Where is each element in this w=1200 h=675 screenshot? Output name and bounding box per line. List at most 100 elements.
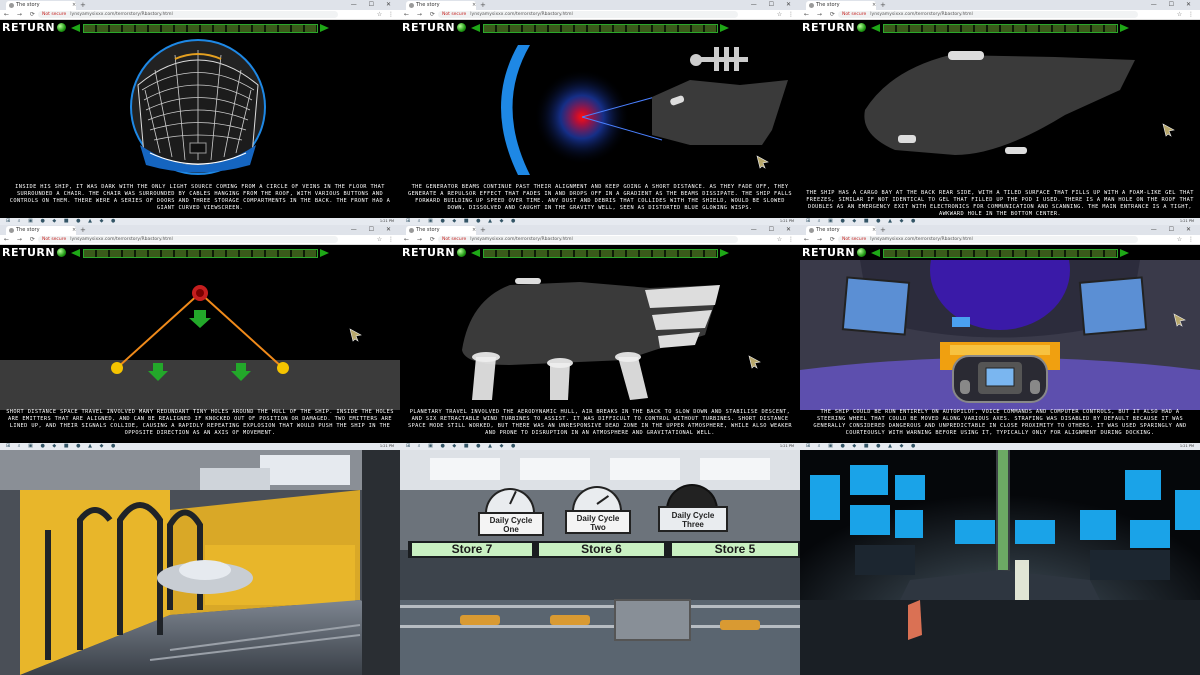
green-orb-icon[interactable] — [57, 23, 66, 32]
green-orb-icon[interactable] — [57, 248, 66, 257]
back-arrow-icon[interactable] — [71, 249, 80, 257]
return-button[interactable]: RETURN — [2, 246, 55, 259]
cockpit-illustration — [800, 260, 1200, 410]
browser-tab[interactable]: The story × — [406, 1, 476, 10]
browser-tab-bar: The story × + — ☐ ✕ — [400, 225, 800, 235]
taskbar-clock: 1:21 PM — [779, 444, 794, 448]
browser-menu-icons[interactable]: ☆ ⋮ — [777, 10, 796, 19]
return-button[interactable]: RETURN — [802, 246, 855, 259]
progress-track[interactable] — [483, 249, 718, 258]
emitter-diagram — [0, 285, 400, 410]
new-tab-icon[interactable]: + — [80, 225, 86, 235]
forward-arrow-icon[interactable] — [1120, 24, 1129, 32]
browser-menu-icons[interactable]: ☆ ⋮ — [377, 235, 396, 244]
back-arrow-icon[interactable] — [71, 24, 80, 32]
green-orb-icon[interactable] — [857, 23, 866, 32]
forward-arrow-icon[interactable] — [720, 24, 729, 32]
tab-close-icon[interactable]: × — [872, 226, 876, 235]
back-arrow-icon[interactable] — [871, 249, 880, 257]
not-secure-label: Not secure — [442, 237, 467, 242]
tab-title: The story — [416, 227, 440, 233]
forward-arrow-icon[interactable] — [720, 249, 729, 257]
taskbar-icons[interactable]: ⊞ ⌕ ▣ ● ◆ ■ ● ▲ ◆ ● — [6, 218, 118, 225]
browser-tab[interactable]: The story × — [406, 226, 476, 235]
caption: Planetary travel involved the aerodynami… — [407, 409, 793, 436]
tab-close-icon[interactable]: × — [72, 1, 76, 10]
window-controls[interactable]: — ☐ ✕ — [351, 0, 396, 10]
tab-title: The story — [16, 2, 40, 8]
tab-close-icon[interactable]: × — [472, 226, 476, 235]
browser-menu-icons[interactable]: ☆ ⋮ — [777, 235, 796, 244]
progress-track[interactable] — [883, 24, 1118, 33]
back-arrow-icon[interactable] — [471, 249, 480, 257]
progress-track[interactable] — [883, 249, 1118, 258]
nav-buttons[interactable]: ← → ⟳ — [4, 235, 38, 244]
forward-arrow-icon[interactable] — [320, 24, 329, 32]
green-orb-icon[interactable] — [457, 248, 466, 257]
caption: The ship has a cargo bay at the back rea… — [806, 190, 1194, 217]
taskbar-clock: 1:21 PM — [379, 444, 394, 448]
window-controls[interactable]: — ☐ ✕ — [1151, 0, 1196, 10]
taskbar-icons[interactable]: ⊞ ⌕ ▣ ● ◆ ■ ● ▲ ◆ ● — [6, 443, 118, 450]
dome-illustration — [130, 39, 266, 175]
new-tab-icon[interactable]: + — [880, 0, 886, 10]
url-field[interactable]: Not secure lynsyamysixxx.com/terrorstory/… — [438, 236, 738, 243]
nav-buttons[interactable]: ← → ⟳ — [4, 10, 38, 19]
green-orb-icon[interactable] — [857, 248, 866, 257]
panel-dome-interior: The story × + — ☐ ✕ ← → ⟳ Not secure lynsy… — [0, 0, 400, 225]
browser-tab[interactable]: The story × — [6, 1, 76, 10]
window-controls[interactable]: — ☐ ✕ — [751, 225, 796, 235]
return-button[interactable]: RETURN — [402, 21, 455, 34]
green-orb-icon[interactable] — [457, 23, 466, 32]
panel-cockpit: The story × + — ☐ ✕ ← → ⟳ Not secure lynsy… — [800, 225, 1200, 450]
taskbar-icons[interactable]: ⊞ ⌕ ▣ ● ◆ ■ ● ▲ ◆ ● — [806, 443, 918, 450]
tab-title: The story — [816, 227, 840, 233]
forward-arrow-icon[interactable] — [1120, 249, 1129, 257]
tab-close-icon[interactable]: × — [72, 226, 76, 235]
url-field[interactable]: Not secure lynsyamysixxx.com/terrorstory/… — [38, 236, 338, 243]
window-controls[interactable]: — ☐ ✕ — [351, 225, 396, 235]
tab-close-icon[interactable]: × — [872, 1, 876, 10]
url-text: lynsyamysixxx.com/terrorstory/Rbastory.h… — [870, 237, 973, 242]
back-arrow-icon[interactable] — [471, 24, 480, 32]
url-field[interactable]: Not secure lynsyamysixxx.com/terrorstory/… — [38, 11, 338, 18]
forward-arrow-icon[interactable] — [320, 249, 329, 257]
cycle-sign-three: Daily Cycle Three — [658, 484, 728, 534]
new-tab-icon[interactable]: + — [480, 225, 486, 235]
progress-track[interactable] — [83, 249, 318, 258]
browser-menu-icons[interactable]: ☆ ⋮ — [1177, 10, 1196, 19]
game-header: RETURN — [400, 245, 800, 260]
taskbar-icons[interactable]: ⊞ ⌕ ▣ ● ◆ ■ ● ▲ ◆ ● — [406, 218, 518, 225]
browser-tab[interactable]: The story × — [806, 226, 876, 235]
browser-menu-icons[interactable]: ☆ ⋮ — [377, 10, 396, 19]
browser-tab[interactable]: The story × — [6, 226, 76, 235]
url-text: lynsyamysixxx.com/terrorstory/Rbastory.h… — [470, 12, 573, 17]
browser-tab-bar: The story × + — ☐ ✕ — [800, 225, 1200, 235]
browser-menu-icons[interactable]: ☆ ⋮ — [1177, 235, 1196, 244]
tab-close-icon[interactable]: × — [472, 1, 476, 10]
nav-buttons[interactable]: ← → ⟳ — [804, 235, 838, 244]
url-field[interactable]: Not secure lynsyamysixxx.com/terrorstory/… — [438, 11, 738, 18]
return-button[interactable]: RETURN — [402, 246, 455, 259]
new-tab-icon[interactable]: + — [480, 0, 486, 10]
window-controls[interactable]: — ☐ ✕ — [751, 0, 796, 10]
new-tab-icon[interactable]: + — [880, 225, 886, 235]
progress-track[interactable] — [83, 24, 318, 33]
window-controls[interactable]: — ☐ ✕ — [1151, 225, 1196, 235]
taskbar-icons[interactable]: ⊞ ⌕ ▣ ● ◆ ■ ● ▲ ◆ ● — [406, 443, 518, 450]
url-field[interactable]: Not secure lynsyamysixxx.com/terrorstory/… — [838, 11, 1138, 18]
screenshot-grid: The story × + — ☐ ✕ ← → ⟳ Not secure lynsy… — [0, 0, 1200, 675]
browser-tab[interactable]: The story × — [806, 1, 876, 10]
new-tab-icon[interactable]: + — [80, 0, 86, 10]
back-arrow-icon[interactable] — [871, 24, 880, 32]
cycle-sign-one: Daily Cycle One — [478, 488, 544, 538]
nav-buttons[interactable]: ← → ⟳ — [404, 10, 438, 19]
os-taskbar: ⊞ ⌕ ▣ ● ◆ ■ ● ▲ ◆ ● 1:21 PM — [400, 443, 800, 450]
nav-buttons[interactable]: ← → ⟳ — [404, 235, 438, 244]
return-button[interactable]: RETURN — [802, 21, 855, 34]
progress-track[interactable] — [483, 24, 718, 33]
return-button[interactable]: RETURN — [2, 21, 55, 34]
control-room-render — [800, 450, 1200, 675]
url-field[interactable]: Not secure lynsyamysixxx.com/terrorstory/… — [838, 236, 1138, 243]
nav-buttons[interactable]: ← → ⟳ — [804, 10, 838, 19]
